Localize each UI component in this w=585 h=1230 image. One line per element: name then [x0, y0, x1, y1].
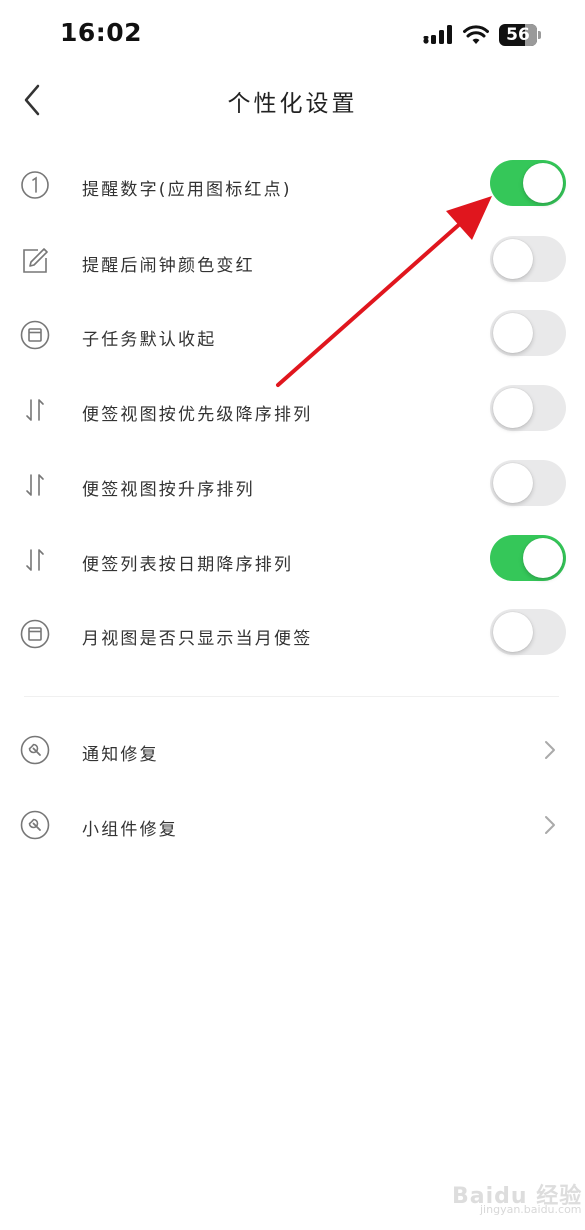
number-1-circle-icon: [19, 169, 51, 201]
toggle-switch[interactable]: [490, 160, 566, 206]
battery-icon: 56: [499, 24, 537, 46]
page-title: 个性化设置: [227, 91, 358, 117]
sort-icon: [19, 544, 51, 576]
toggle-knob: [493, 239, 533, 279]
status-bar: 16:02 56: [0, 0, 585, 70]
repair-label: 通知修复: [82, 745, 159, 765]
setting-row-badge-number: 提醒数字(应用图标红点): [0, 151, 585, 226]
setting-row-month-view: 月视图是否只显示当月便签: [0, 600, 585, 675]
toggle-knob: [493, 313, 533, 353]
status-time: 16:02: [60, 18, 143, 47]
wifi-icon: [463, 25, 489, 44]
toggle-switch[interactable]: [490, 236, 566, 282]
setting-label: 便签视图按优先级降序排列: [82, 405, 313, 425]
setting-row-sort-date: 便签列表按日期降序排列: [0, 526, 585, 601]
toggle-switch[interactable]: [490, 385, 566, 431]
section-divider: [24, 696, 559, 697]
setting-label: 提醒后闹钟颜色变红: [82, 256, 255, 276]
wrench-icon: [19, 809, 51, 841]
setting-label: 子任务默认收起: [82, 330, 217, 350]
setting-row-subtask-collapse: 子任务默认收起: [0, 301, 585, 376]
repair-item-widget[interactable]: 小组件修复: [0, 791, 585, 866]
setting-row-sort-priority: 便签视图按优先级降序排列: [0, 376, 585, 451]
repair-label: 小组件修复: [82, 820, 178, 840]
wrench-icon: [19, 734, 51, 766]
cellular-signal-icon: [423, 25, 452, 44]
baidu-watermark-domain: jingyan.baidu.com: [480, 1203, 582, 1216]
repair-item-notification[interactable]: 通知修复: [0, 716, 585, 791]
toggle-knob: [523, 538, 563, 578]
setting-label: 便签列表按日期降序排列: [82, 555, 294, 575]
toggle-knob: [493, 612, 533, 652]
toggle-knob: [493, 388, 533, 428]
status-icons: 56: [423, 20, 541, 50]
sort-icon: [19, 469, 51, 501]
battery-nub: [538, 31, 541, 39]
battery-level: 56: [506, 25, 530, 45]
toggle-knob: [493, 463, 533, 503]
setting-label: 月视图是否只显示当月便签: [82, 629, 313, 649]
setting-row-sort-ascending: 便签视图按升序排列: [0, 451, 585, 526]
setting-label: 提醒数字(应用图标红点): [82, 180, 292, 200]
nav-bar: 个性化设置: [0, 70, 585, 130]
toggle-knob: [523, 163, 563, 203]
toggle-switch[interactable]: [490, 609, 566, 655]
toggle-switch[interactable]: [490, 535, 566, 581]
sort-icon: [19, 394, 51, 426]
toggle-switch[interactable]: [490, 310, 566, 356]
edit-icon: [19, 245, 51, 277]
setting-row-alarm-color: 提醒后闹钟颜色变红: [0, 227, 585, 302]
toggle-switch[interactable]: [490, 460, 566, 506]
chevron-right-icon: [545, 816, 555, 834]
calendar-box-icon: [19, 618, 51, 650]
chevron-right-icon: [545, 741, 555, 759]
collapse-box-icon: [19, 319, 51, 351]
setting-label: 便签视图按升序排列: [82, 480, 255, 500]
